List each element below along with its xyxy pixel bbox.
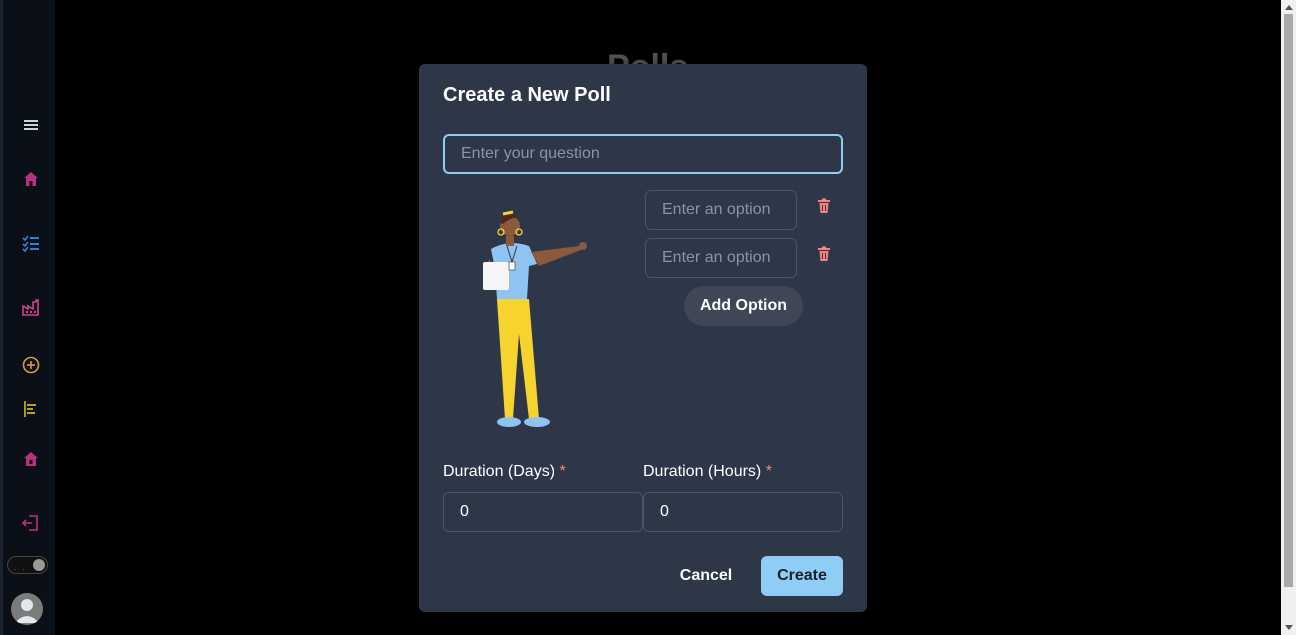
duration-days-label-text: Duration (Days) <box>443 463 556 480</box>
duration-days-input[interactable] <box>443 492 643 532</box>
scrollbar[interactable] <box>1281 0 1296 635</box>
create-button[interactable]: Create <box>761 556 843 596</box>
duration-hours-input[interactable] <box>643 492 843 532</box>
duration-days-label: Duration (Days) * <box>443 463 566 481</box>
add-circle-icon[interactable] <box>21 355 41 375</box>
align-left-icon[interactable] <box>21 399 41 419</box>
logout-icon[interactable] <box>21 513 41 533</box>
scroll-down-icon[interactable] <box>1285 625 1293 630</box>
option-input-1[interactable] <box>645 190 797 230</box>
house-icon[interactable] <box>21 449 41 469</box>
theme-toggle[interactable]: . . <box>7 556 48 574</box>
delete-option-2-trash-icon[interactable] <box>817 246 831 262</box>
sidebar: . . <box>0 0 55 635</box>
modal-title: Create a New Poll <box>443 84 611 106</box>
avatar[interactable] <box>11 593 43 625</box>
option-input-2[interactable] <box>645 238 797 278</box>
presenter-illustration <box>483 210 587 427</box>
cancel-button[interactable]: Cancel <box>666 556 746 596</box>
create-poll-modal: Create a New Poll Add <box>419 64 867 612</box>
question-input[interactable] <box>443 134 843 174</box>
duration-hours-label: Duration (Hours) * <box>643 463 772 481</box>
home-icon[interactable] <box>21 169 41 189</box>
scrollbar-thumb[interactable] <box>1284 14 1293 587</box>
required-marker: * <box>559 463 566 480</box>
duration-hours-label-text: Duration (Hours) <box>643 463 762 480</box>
stars-icon: . . <box>14 563 27 572</box>
scroll-up-icon[interactable] <box>1285 5 1293 10</box>
toggle-knob <box>33 559 45 571</box>
checklist-icon[interactable] <box>21 233 41 253</box>
add-option-button[interactable]: Add Option <box>684 286 803 326</box>
menu-icon[interactable] <box>21 115 41 135</box>
factory-icon[interactable] <box>21 297 41 317</box>
delete-option-1-trash-icon[interactable] <box>817 198 831 214</box>
required-marker: * <box>765 463 772 480</box>
